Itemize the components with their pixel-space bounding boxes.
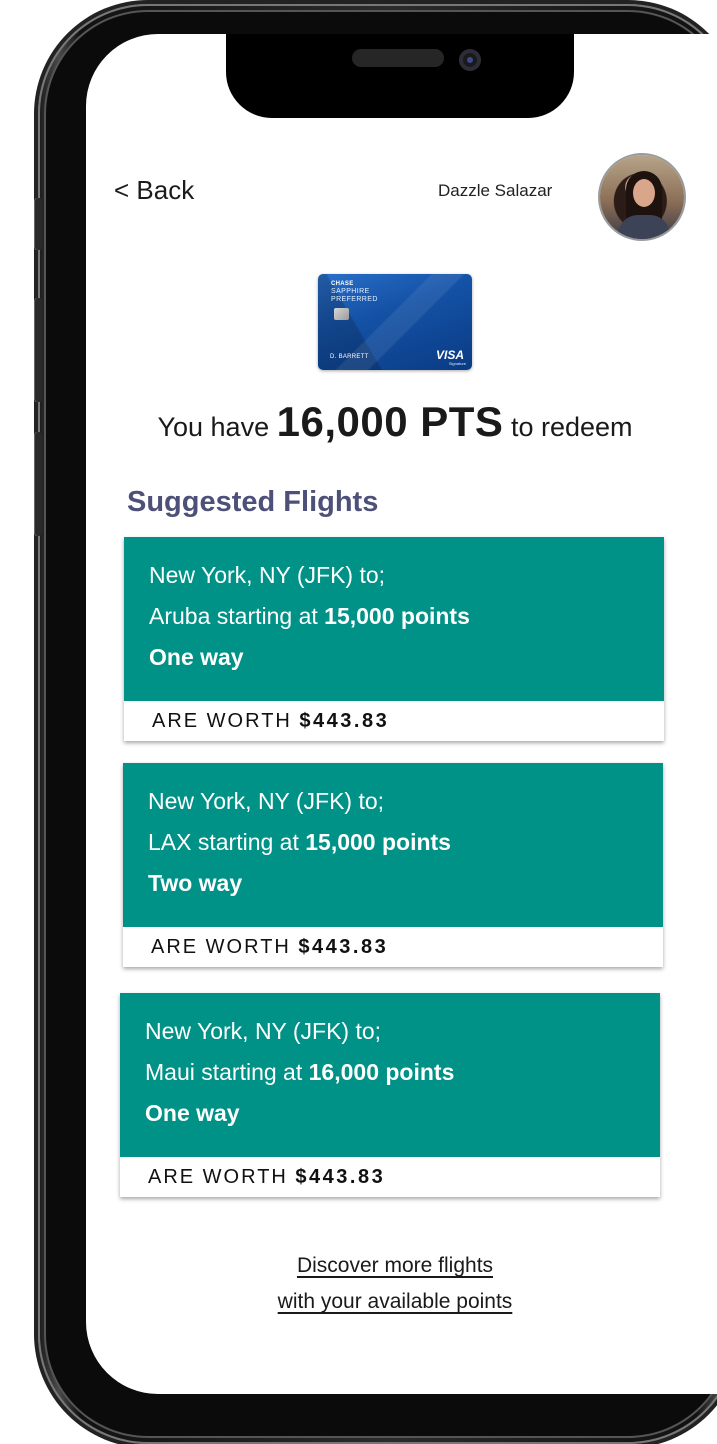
discover-line1[interactable]: Discover more flights bbox=[0, 1248, 717, 1284]
mute-switch bbox=[34, 198, 42, 250]
avatar-body bbox=[618, 215, 670, 239]
flight-worth-label: ARE WORTH bbox=[152, 710, 292, 732]
credit-card-image: CHASE SAPPHIRE PREFERRED D. BARRETT VISA… bbox=[318, 274, 472, 370]
flight-card[interactable]: New York, NY (JFK) to; Maui starting at … bbox=[120, 993, 660, 1197]
flight-worth: ARE WORTH $443.83 bbox=[123, 927, 663, 967]
notch bbox=[226, 34, 574, 118]
flight-worth: ARE WORTH $443.83 bbox=[120, 1157, 660, 1197]
flight-destination: Aruba starting at 15,000 points bbox=[149, 596, 664, 637]
discover-line2[interactable]: with your available points bbox=[0, 1284, 717, 1320]
flight-card-details: New York, NY (JFK) to; Maui starting at … bbox=[120, 993, 660, 1157]
flight-destination-prefix: Maui starting at bbox=[145, 1059, 303, 1085]
flight-worth-value: $443.83 bbox=[295, 1166, 386, 1188]
card-product-line1: SAPPHIRE bbox=[331, 288, 370, 295]
card-network-logo: VISA bbox=[435, 348, 464, 362]
discover-more-link[interactable]: Discover more flights with your availabl… bbox=[0, 1248, 717, 1320]
flight-destination: Maui starting at 16,000 points bbox=[145, 1052, 660, 1093]
section-title: Suggested Flights bbox=[127, 486, 379, 518]
flight-trip-type: One way bbox=[149, 644, 244, 670]
flight-destination: LAX starting at 15,000 points bbox=[148, 822, 663, 863]
flight-worth-value: $443.83 bbox=[298, 936, 389, 958]
card-holder-name: D. BARRETT bbox=[330, 354, 369, 360]
volume-down-button bbox=[34, 432, 42, 536]
flight-card[interactable]: New York, NY (JFK) to; Aruba starting at… bbox=[124, 537, 664, 741]
flight-trip-type: Two way bbox=[148, 870, 243, 896]
flight-worth-label: ARE WORTH bbox=[148, 1166, 288, 1188]
flight-origin: New York, NY (JFK) to; bbox=[148, 788, 385, 814]
card-product: SAPPHIRE PREFERRED bbox=[331, 288, 378, 304]
flight-trip-type: One way bbox=[145, 1100, 240, 1126]
flight-card[interactable]: New York, NY (JFK) to; LAX starting at 1… bbox=[123, 763, 663, 967]
card-issuer: CHASE bbox=[331, 281, 354, 287]
flight-origin: New York, NY (JFK) to; bbox=[145, 1018, 382, 1044]
flight-card-details: New York, NY (JFK) to; Aruba starting at… bbox=[124, 537, 664, 701]
speaker-grille bbox=[352, 49, 444, 67]
volume-up-button bbox=[34, 298, 42, 402]
front-camera bbox=[459, 49, 481, 71]
flight-destination-prefix: Aruba starting at bbox=[149, 603, 318, 629]
chip-icon bbox=[334, 308, 349, 320]
points-prefix: You have bbox=[157, 412, 270, 442]
points-summary: You have 16,000 PTS to redeem bbox=[0, 398, 717, 446]
flight-worth: ARE WORTH $443.83 bbox=[124, 701, 664, 741]
card-product-line2: PREFERRED bbox=[331, 296, 378, 303]
flight-points: 16,000 points bbox=[308, 1059, 455, 1085]
avatar-face bbox=[633, 179, 655, 207]
flight-points: 15,000 points bbox=[324, 603, 470, 629]
flight-destination-prefix: LAX starting at bbox=[148, 829, 299, 855]
avatar[interactable] bbox=[600, 155, 684, 239]
user-name: Dazzle Salazar bbox=[438, 181, 553, 200]
back-button[interactable]: < Back bbox=[114, 175, 194, 206]
points-suffix: to redeem bbox=[510, 412, 633, 442]
flight-worth-value: $443.83 bbox=[299, 710, 390, 732]
flight-origin: New York, NY (JFK) to; bbox=[149, 562, 386, 588]
points-amount: 16,000 PTS bbox=[276, 398, 504, 445]
flight-points: 15,000 points bbox=[305, 829, 451, 855]
card-network-sub: Signature bbox=[448, 361, 466, 366]
flight-card-details: New York, NY (JFK) to; LAX starting at 1… bbox=[123, 763, 663, 927]
flight-worth-label: ARE WORTH bbox=[151, 936, 291, 958]
